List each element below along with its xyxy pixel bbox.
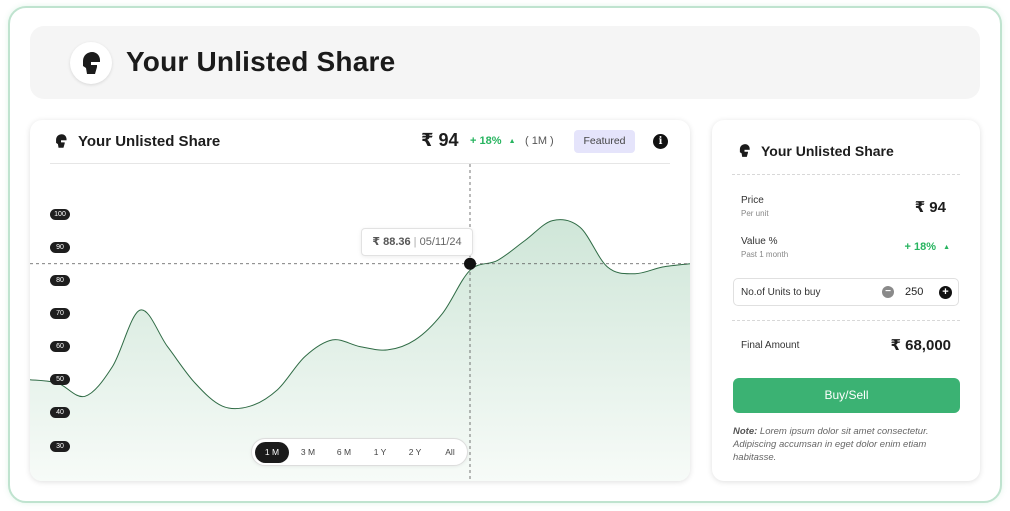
range-2y-button[interactable]: 2 Y	[399, 442, 431, 463]
units-quantity[interactable]: 250	[905, 286, 923, 298]
y-tick-label: 90	[50, 241, 70, 253]
chart-header: Your Unlisted Share ₹ 94 + 18% ▲ ( 1M ) …	[30, 120, 690, 164]
info-icon[interactable]: i	[653, 134, 668, 149]
chart-card: Your Unlisted Share ₹ 94 + 18% ▲ ( 1M ) …	[30, 120, 690, 481]
order-card: Your Unlisted Share Price Per unit ₹ 94 …	[712, 120, 980, 481]
note-text: Note: Lorem ipsum dolor sit amet consect…	[733, 425, 959, 464]
page-title: Your Unlisted Share	[126, 46, 396, 77]
header-banner: Your Unlisted Share	[30, 26, 980, 99]
tooltip-separator: |	[410, 236, 420, 248]
note-label: Note:	[733, 426, 758, 437]
y-tick-label: 70	[50, 307, 70, 319]
price-chart[interactable]	[30, 120, 690, 481]
range-1m-button[interactable]: 1 M	[255, 442, 289, 463]
price-change: + 18% ▲	[470, 135, 516, 147]
final-amount-value: ₹ 68,000	[890, 337, 951, 354]
arrow-up-icon: ▲	[508, 138, 516, 145]
y-tick-label: 100	[50, 208, 70, 220]
y-tick-label: 30	[50, 440, 70, 452]
buy-sell-button[interactable]: Buy/Sell	[733, 378, 960, 413]
order-card-title: Your Unlisted Share	[761, 143, 894, 159]
value-sublabel: Past 1 month	[741, 250, 789, 259]
value-change-text: + 18%	[904, 241, 937, 253]
divider	[732, 174, 960, 175]
highlight-point[interactable]	[464, 257, 476, 270]
value-label: Value %	[741, 236, 778, 247]
tooltip-date: 05/11/24	[419, 236, 462, 248]
featured-badge: Featured	[574, 130, 635, 153]
range-1y-button[interactable]: 1 Y	[364, 442, 396, 463]
price-value: ₹ 94	[914, 199, 946, 216]
header-divider	[50, 163, 670, 164]
y-tick-label: 80	[50, 274, 70, 286]
price-label: Price	[741, 195, 764, 206]
current-price: ₹ 94	[421, 130, 459, 150]
units-label: No.of Units to buy	[741, 287, 821, 298]
final-amount-label: Final Amount	[741, 340, 800, 351]
value-change: + 18% ▲	[905, 241, 951, 253]
range-all-button[interactable]: All	[434, 442, 466, 463]
y-tick-label: 60	[50, 341, 70, 353]
range-selector: 1 M 3 M 6 M 1 Y 2 Y All	[251, 438, 468, 466]
plus-icon[interactable]: +	[939, 286, 952, 299]
y-tick-label: 40	[50, 407, 70, 419]
minus-icon[interactable]: −	[882, 286, 894, 298]
price-sublabel: Per unit	[741, 209, 769, 218]
chart-title: Your Unlisted Share	[78, 133, 221, 150]
chart-tooltip: ₹ 88.36 | 05/11/24	[361, 228, 473, 256]
tooltip-price: ₹ 88.36	[372, 236, 411, 248]
divider	[732, 320, 960, 321]
y-tick-label: 50	[50, 374, 70, 386]
helmet-head-icon	[734, 140, 754, 160]
arrow-up-icon: ▲	[943, 244, 950, 251]
helmet-head-icon	[70, 42, 112, 84]
price-change-value: + 18%	[470, 135, 502, 147]
range-3m-button[interactable]: 3 M	[292, 442, 324, 463]
units-stepper[interactable]: No.of Units to buy − 250 +	[733, 278, 959, 306]
helmet-head-icon	[50, 130, 72, 152]
range-6m-button[interactable]: 6 M	[328, 442, 360, 463]
period-label: ( 1M )	[525, 135, 554, 147]
note-body: Lorem ipsum dolor sit amet consectetur. …	[733, 426, 929, 463]
